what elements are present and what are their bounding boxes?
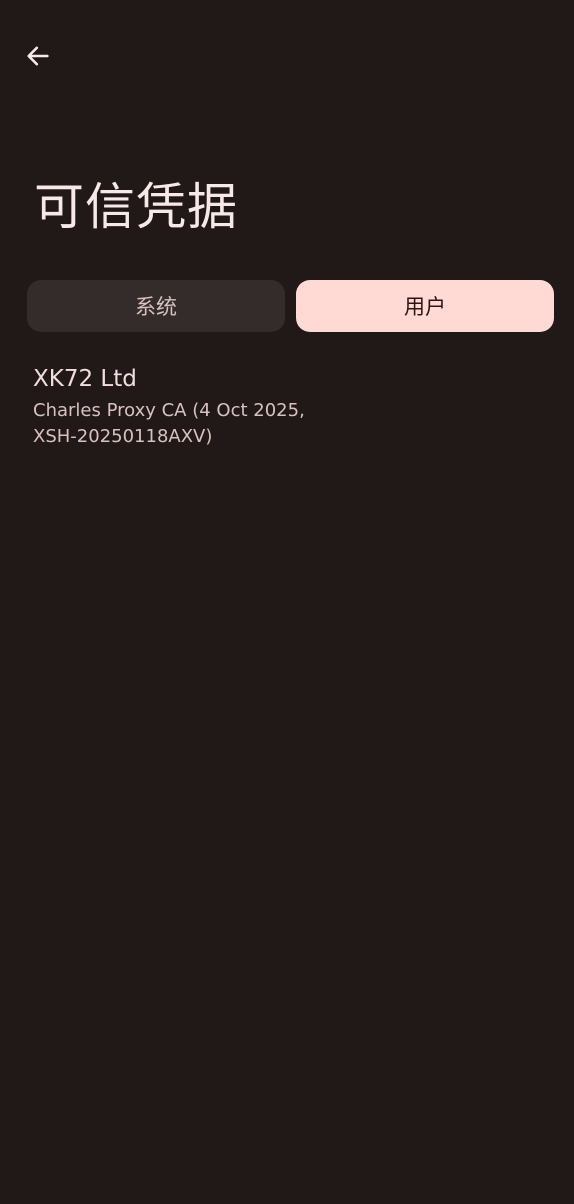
back-button[interactable] [14,34,62,82]
tab-system[interactable]: 系统 [27,280,285,332]
certificate-list-item[interactable]: XK72 Ltd Charles Proxy CA (4 Oct 2025, X… [33,362,533,450]
tab-bar: 系统 用户 [27,280,554,332]
top-app-bar [0,0,574,116]
tab-user[interactable]: 用户 [296,280,554,332]
certificate-organization: XK72 Ltd [33,366,137,392]
certificate-detail: Charles Proxy CA (4 Oct 2025, XSH-202501… [33,400,305,447]
arrow-left-icon [24,42,52,74]
page-title: 可信凭据 [34,178,238,236]
